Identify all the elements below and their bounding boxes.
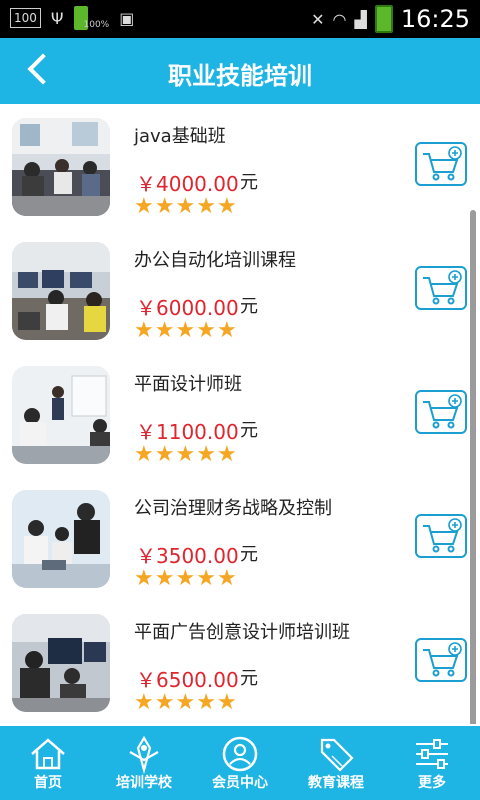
star-icon: ★	[196, 566, 216, 591]
star-icon: ★	[196, 318, 216, 343]
status-left: 100 Ψ 100% ▣	[10, 6, 134, 30]
star-icon: ★	[175, 194, 196, 219]
star-icon: ★	[154, 194, 175, 219]
tab-courses[interactable]: 教育课程	[288, 726, 384, 800]
course-name: 公司治理财务战略及控制	[134, 498, 332, 519]
tab-more[interactable]: 更多	[384, 726, 480, 800]
course-thumbnail	[12, 118, 110, 216]
wifi-icon: ◠	[332, 9, 347, 29]
list-item[interactable]: 公司治理财务战略及控制 ￥3500.00 元 ★ ★ ★ ★ ★	[0, 476, 480, 601]
course-thumbnail	[12, 242, 110, 340]
star-icon: ★	[134, 318, 154, 343]
course-price: ￥6500.00	[136, 668, 239, 692]
course-thumbnail	[12, 366, 110, 464]
add-to-cart-button[interactable]	[415, 142, 467, 186]
bottom-tab-bar: 首页 培训学校 会员中心 教育课程 更多	[0, 726, 480, 800]
star-icon: ★	[216, 690, 237, 715]
rating-stars: ★ ★ ★ ★ ★	[134, 692, 237, 714]
course-price: ￥3500.00	[136, 544, 239, 568]
star-icon: ★	[196, 442, 216, 467]
course-price: ￥6000.00	[136, 296, 239, 320]
usb-icon: Ψ	[50, 8, 64, 28]
page-title: 职业技能培训	[168, 62, 312, 90]
battery-icon: 100%	[73, 6, 110, 30]
cart-add-icon	[423, 270, 462, 305]
star-icon: ★	[175, 318, 196, 343]
star-icon: ★	[154, 690, 175, 715]
tab-member[interactable]: 会员中心	[192, 726, 288, 800]
tab-label: 教育课程	[308, 775, 364, 791]
star-icon: ★	[196, 690, 216, 715]
star-icon: ★	[175, 442, 196, 467]
star-icon: ★	[175, 566, 196, 591]
price-unit: 元	[240, 544, 258, 565]
add-to-cart-button[interactable]	[415, 638, 467, 682]
member-icon	[222, 736, 258, 772]
rating-stars: ★ ★ ★ ★ ★	[134, 320, 237, 342]
status-right: ✕ ◠ ▟ 16:25	[311, 3, 470, 35]
star-icon: ★	[154, 566, 175, 591]
status-box: 100	[10, 8, 41, 28]
star-icon: ★	[154, 318, 175, 343]
home-icon	[31, 738, 65, 770]
star-icon: ★	[216, 442, 237, 467]
price-unit: 元	[240, 296, 258, 317]
star-icon: ★	[134, 690, 154, 715]
mute-icon: ✕	[311, 9, 325, 29]
course-name: 办公自动化培训课程	[134, 250, 296, 271]
rating-stars: ★ ★ ★ ★ ★	[134, 196, 237, 218]
course-name: 平面设计师班	[134, 374, 242, 395]
add-to-cart-button[interactable]	[415, 390, 467, 434]
list-item[interactable]: 办公自动化培训课程 ￥6000.00 元 ★ ★ ★ ★ ★	[0, 228, 480, 353]
star-icon: ★	[134, 442, 154, 467]
school-icon	[129, 735, 159, 774]
price-unit: 元	[240, 668, 258, 689]
course-name: 平面广告创意设计师培训班	[134, 622, 350, 643]
star-icon: ★	[175, 690, 196, 715]
cart-add-icon	[423, 394, 462, 429]
cart-add-icon	[423, 518, 462, 553]
sale-tag-icon	[320, 738, 354, 772]
battery-percent: 100%	[83, 20, 110, 30]
tab-home[interactable]: 首页	[0, 726, 96, 800]
add-to-cart-button[interactable]	[415, 514, 467, 558]
list-item[interactable]: java基础班 ￥4000.00 元 ★ ★ ★ ★ ★	[0, 104, 480, 229]
star-icon: ★	[216, 566, 237, 591]
rating-stars: ★ ★ ★ ★ ★	[134, 568, 237, 590]
tab-label: 更多	[418, 775, 446, 791]
star-icon: ★	[134, 194, 154, 219]
scrollbar[interactable]	[470, 210, 476, 724]
sim-icon: ▣	[119, 8, 135, 28]
star-icon: ★	[134, 566, 154, 591]
star-icon: ★	[216, 318, 237, 343]
signal-icon: ▟	[354, 9, 367, 29]
course-price: ￥4000.00	[136, 172, 239, 196]
course-thumbnail	[12, 614, 110, 712]
cart-add-icon	[423, 146, 462, 181]
star-icon: ★	[216, 194, 237, 219]
clock: 16:25	[400, 5, 470, 33]
tab-label: 会员中心	[212, 775, 268, 791]
course-list[interactable]: java基础班 ￥4000.00 元 ★ ★ ★ ★ ★ 办公自动化培训课程 ￥…	[0, 104, 480, 724]
course-thumbnail	[12, 490, 110, 588]
price-unit: 元	[240, 420, 258, 441]
course-name: java基础班	[134, 126, 226, 147]
add-to-cart-button[interactable]	[415, 266, 467, 310]
course-price: ￥1100.00	[136, 420, 239, 444]
title-bar: 职业技能培训	[0, 38, 480, 104]
cart-add-icon	[423, 642, 462, 677]
list-item[interactable]: 平面广告创意设计师培训班 ￥6500.00 元 ★ ★ ★ ★ ★	[0, 600, 480, 724]
tab-label: 首页	[34, 775, 62, 791]
tab-school[interactable]: 培训学校	[96, 726, 192, 800]
battery-full-icon	[374, 5, 393, 33]
tab-label: 培训学校	[116, 775, 172, 791]
list-item[interactable]: 平面设计师班 ￥1100.00 元 ★ ★ ★ ★ ★	[0, 352, 480, 477]
rating-stars: ★ ★ ★ ★ ★	[134, 444, 237, 466]
settings-sliders-icon	[416, 739, 448, 769]
star-icon: ★	[154, 442, 175, 467]
star-icon: ★	[196, 194, 216, 219]
status-bar: 100 Ψ 100% ▣ ✕ ◠ ▟ 16:25	[0, 0, 480, 38]
price-unit: 元	[240, 172, 258, 193]
